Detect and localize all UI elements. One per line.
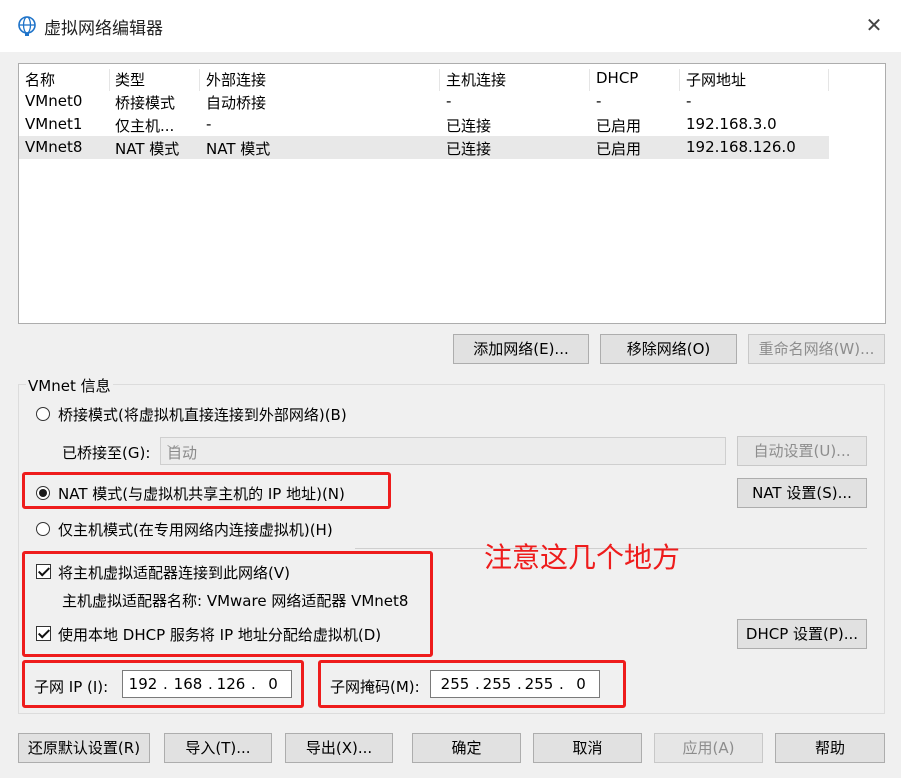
cell-subnet: - — [686, 92, 692, 110]
remove-network-button[interactable]: 移除网络(O) — [600, 334, 737, 364]
import-button[interactable]: 导入(T)... — [164, 733, 272, 763]
column-divider — [439, 69, 440, 91]
cell-name: VMnet8 — [25, 138, 83, 156]
cell-external: 自动桥接 — [206, 94, 267, 112]
cell-dhcp: 已启用 — [596, 117, 642, 135]
cell-host: 已连接 — [446, 140, 492, 158]
cell-subnet: 192.168.3.0 — [686, 115, 777, 133]
dhcp-settings-button[interactable]: DHCP 设置(P)... — [737, 619, 867, 649]
column-header[interactable]: 类型 — [115, 69, 145, 90]
help-button[interactable]: 帮助 — [775, 733, 885, 763]
column-divider — [109, 69, 110, 91]
highlight-nat — [22, 472, 391, 509]
cell-name: VMnet1 — [25, 115, 83, 133]
globe-icon — [18, 16, 36, 36]
column-header[interactable]: 子网地址 — [686, 69, 746, 90]
column-divider — [679, 69, 680, 91]
cancel-button[interactable]: 取消 — [533, 733, 642, 763]
cell-subnet: 192.168.126.0 — [686, 138, 796, 156]
table-row-selected[interactable]: VMnet8 NAT 模式 NAT 模式 已连接 已启用 192.168.126… — [19, 136, 829, 159]
bridged-radio[interactable] — [36, 407, 50, 421]
network-list[interactable]: 名称 类型 外部连接 主机连接 DHCP 子网地址 VMnet0 桥接模式 自动… — [18, 63, 886, 324]
restore-defaults-button[interactable]: 还原默认设置(R) — [18, 733, 150, 763]
highlight-subnet-mask — [318, 660, 626, 708]
cell-name: VMnet0 — [25, 92, 83, 110]
chevron-down-icon: ﹀ — [167, 444, 180, 458]
cell-dhcp: 已启用 — [596, 140, 642, 158]
column-divider — [828, 69, 829, 91]
bridged-to-select[interactable]: 自动 ﹀ — [160, 437, 726, 465]
rename-network-button[interactable]: 重命名网络(W)... — [748, 334, 885, 364]
auto-settings-button[interactable]: 自动设置(U)... — [737, 436, 867, 466]
column-header[interactable]: 主机连接 — [446, 69, 506, 90]
add-network-button[interactable]: 添加网络(E)... — [453, 334, 589, 364]
close-icon[interactable]: ✕ — [861, 12, 887, 38]
apply-button[interactable]: 应用(A) — [654, 733, 763, 763]
cell-type: 桥接模式 — [115, 94, 176, 112]
table-row[interactable]: VMnet0 桥接模式 自动桥接 - - - — [19, 90, 829, 113]
column-divider — [199, 69, 200, 91]
ok-button[interactable]: 确定 — [412, 733, 521, 763]
table-header: 名称 类型 外部连接 主机连接 DHCP 子网地址 — [19, 67, 829, 91]
column-header[interactable]: 名称 — [25, 69, 55, 90]
vmnet-info-label: VMnet 信息 — [26, 375, 113, 396]
column-header[interactable]: 外部连接 — [206, 69, 266, 90]
cell-host: - — [446, 92, 452, 110]
cell-external: - — [206, 115, 212, 133]
hostonly-radio[interactable] — [36, 522, 50, 536]
cell-type: 仅主机... — [115, 117, 175, 135]
title-bar: 虚拟网络编辑器 ✕ — [0, 0, 901, 52]
hostonly-label[interactable]: 仅主机模式(在专用网络内连接虚拟机)(H) — [58, 519, 333, 540]
bridged-label[interactable]: 桥接模式(将虚拟机直接连接到外部网络)(B) — [58, 404, 347, 425]
nat-settings-button[interactable]: NAT 设置(S)... — [737, 478, 867, 508]
highlight-subnet-ip — [22, 660, 304, 708]
cell-external: NAT 模式 — [206, 140, 271, 158]
highlight-adapter-dhcp — [22, 551, 433, 657]
column-header[interactable]: DHCP — [596, 69, 638, 87]
bridged-to-label: 已桥接至(G): — [62, 444, 151, 462]
annotation-text: 注意这几个地方 — [484, 541, 681, 574]
cell-type: NAT 模式 — [115, 140, 180, 158]
window-title: 虚拟网络编辑器 — [44, 19, 163, 39]
table-row[interactable]: VMnet1 仅主机... - 已连接 已启用 192.168.3.0 — [19, 113, 829, 136]
column-divider — [589, 69, 590, 91]
export-button[interactable]: 导出(X)... — [285, 733, 393, 763]
cell-dhcp: - — [596, 92, 602, 110]
cell-host: 已连接 — [446, 117, 492, 135]
